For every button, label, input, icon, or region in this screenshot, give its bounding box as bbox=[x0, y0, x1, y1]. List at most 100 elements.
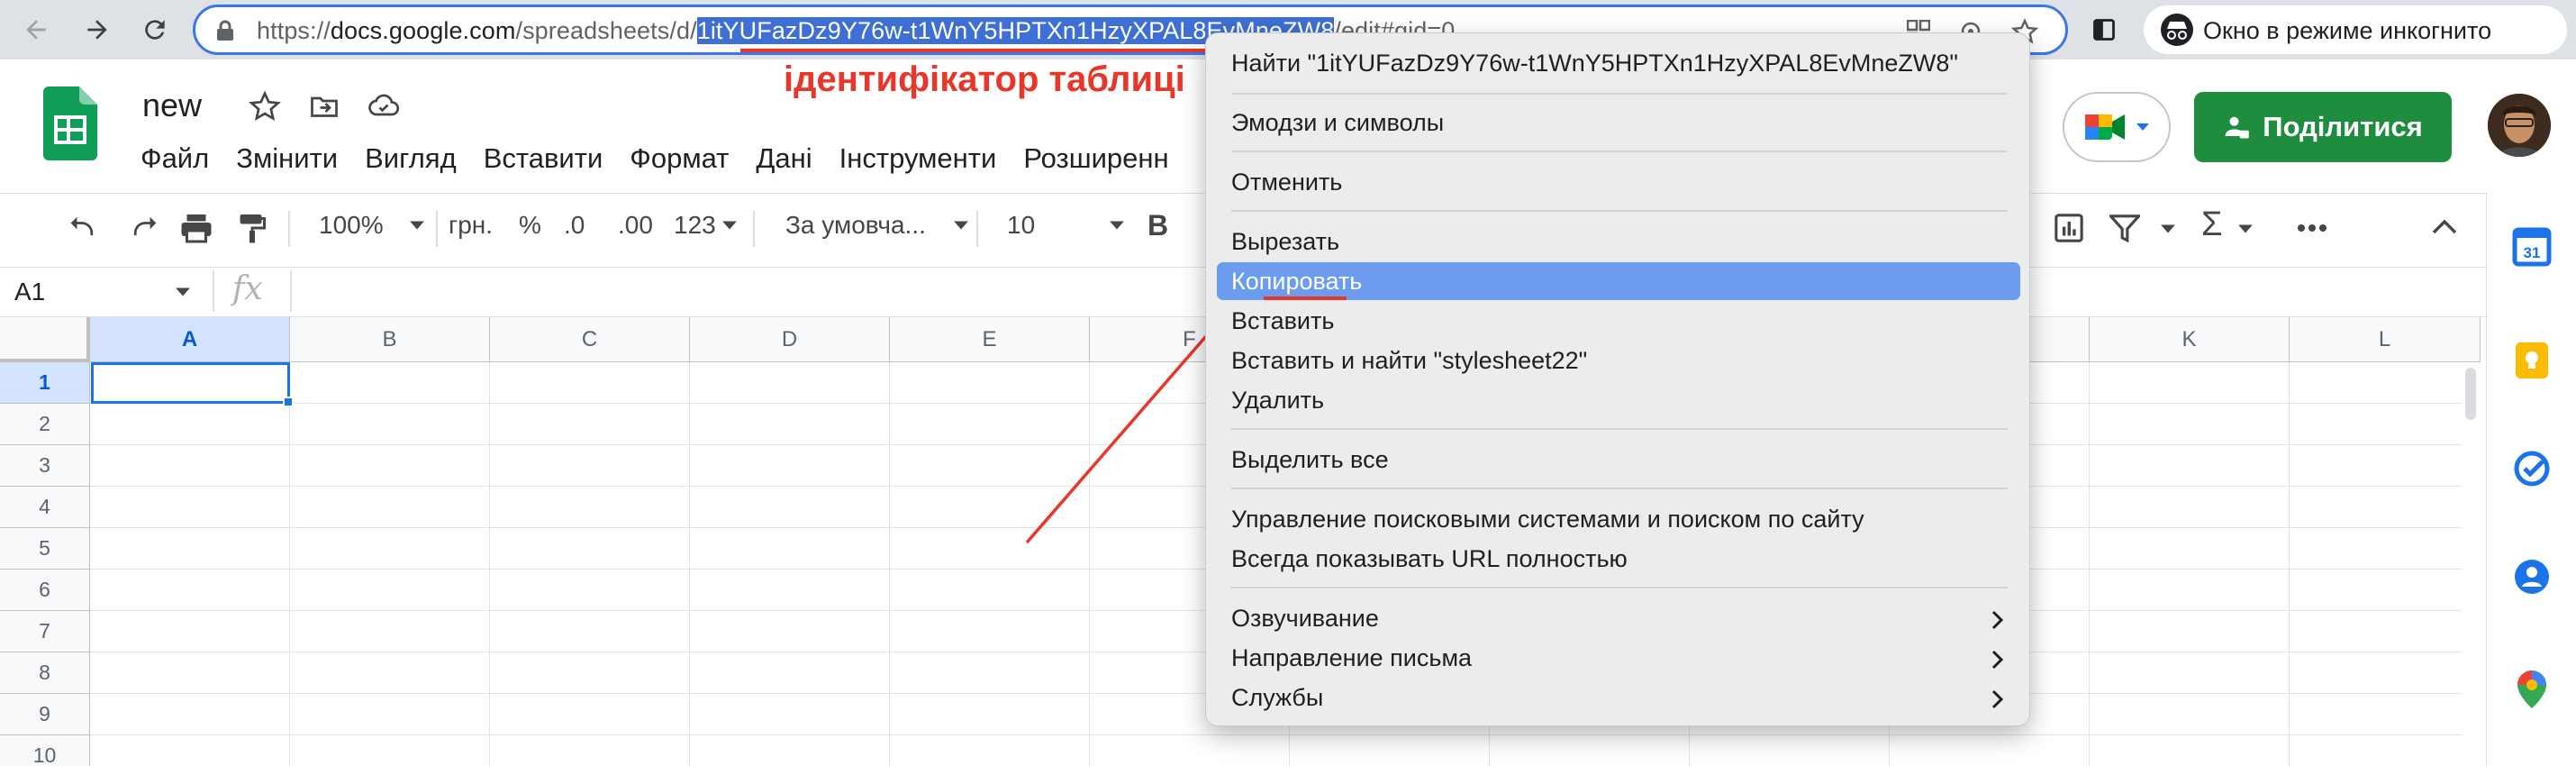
chevron-right-icon bbox=[1991, 650, 2004, 670]
calendar-icon[interactable]: 31 bbox=[2512, 227, 2552, 267]
print-icon[interactable] bbox=[180, 213, 213, 243]
meet-button[interactable] bbox=[2063, 92, 2171, 162]
menu-item-services[interactable]: Службы bbox=[1231, 684, 1323, 712]
chevron-down-icon[interactable] bbox=[2160, 223, 2176, 234]
menu-item-paste[interactable]: Вставить bbox=[1231, 307, 1334, 335]
menu-insert[interactable]: Вставити bbox=[484, 142, 603, 174]
menu-tools[interactable]: Інструменти bbox=[839, 142, 997, 174]
row-header[interactable]: 8 bbox=[0, 652, 90, 694]
row-header[interactable]: 9 bbox=[0, 694, 90, 735]
font-family-select[interactable]: За умовча... bbox=[785, 211, 969, 240]
column-header[interactable]: D bbox=[690, 317, 890, 362]
menu-data[interactable]: Дані bbox=[756, 142, 812, 174]
incognito-indicator[interactable]: Окно в режиме инкогнито bbox=[2144, 5, 2567, 54]
row-header[interactable]: 6 bbox=[0, 570, 90, 611]
grid-line bbox=[2089, 362, 2090, 766]
zoom-value: 100% bbox=[319, 211, 384, 239]
number-format-select[interactable]: 123 bbox=[674, 211, 738, 240]
redo-icon[interactable] bbox=[126, 214, 157, 242]
row-header[interactable]: 5 bbox=[0, 528, 90, 570]
forward-button[interactable] bbox=[76, 8, 119, 51]
column-header[interactable]: C bbox=[490, 317, 690, 362]
row-header[interactable]: 1 bbox=[0, 362, 90, 404]
name-box[interactable]: A1 bbox=[14, 278, 45, 306]
selected-cell-a1[interactable] bbox=[91, 362, 290, 404]
chevron-down-icon bbox=[2136, 123, 2149, 131]
side-panel-icon[interactable] bbox=[2082, 8, 2126, 51]
menu-item-find[interactable]: Найти "1itYUFazDz9Y76w-t1WnY5HPTXn1HzyXP… bbox=[1231, 50, 1958, 78]
chevron-down-icon bbox=[409, 221, 424, 230]
share-label: Поділитися bbox=[2263, 111, 2423, 142]
incognito-icon bbox=[2161, 14, 2193, 46]
maps-icon[interactable] bbox=[2516, 669, 2548, 710]
scrollbar-thumb[interactable] bbox=[2465, 368, 2476, 420]
menu-item-copy[interactable]: Копировать bbox=[1231, 268, 1362, 296]
percent-format-button[interactable]: % bbox=[519, 211, 541, 240]
collapse-toolbar-icon[interactable] bbox=[2432, 218, 2457, 234]
column-header[interactable]: K bbox=[2090, 317, 2290, 362]
fill-handle[interactable] bbox=[283, 397, 294, 407]
increase-decimal-button[interactable]: .00 bbox=[618, 211, 653, 240]
lock-icon[interactable] bbox=[215, 20, 235, 41]
document-title[interactable]: new bbox=[142, 87, 202, 124]
menu-item-emoji[interactable]: Эмодзи и символы bbox=[1231, 109, 1444, 137]
row-header[interactable]: 3 bbox=[0, 445, 90, 487]
menu-item-paste-and-find[interactable]: Вставить и найти "stylesheet22" bbox=[1231, 347, 1587, 375]
tasks-icon[interactable] bbox=[2514, 451, 2550, 487]
menu-file[interactable]: Файл bbox=[141, 142, 209, 174]
move-folder-icon[interactable] bbox=[308, 90, 340, 123]
chevron-down-icon bbox=[1110, 221, 1125, 230]
zoom-select[interactable]: 100% bbox=[319, 211, 425, 240]
menu-item-show-full-url[interactable]: Всегда показывать URL полностью bbox=[1231, 545, 1628, 573]
annotation-label: ідентифікатор таблиці bbox=[784, 59, 1185, 99]
column-header[interactable]: B bbox=[290, 317, 490, 362]
more-options-icon[interactable] bbox=[2297, 223, 2327, 233]
menu-item-delete[interactable]: Удалить bbox=[1231, 387, 1324, 415]
menu-extensions[interactable]: Розширенн bbox=[1023, 142, 1168, 174]
filter-icon[interactable] bbox=[2109, 214, 2140, 243]
functions-icon[interactable]: Σ bbox=[2201, 205, 2223, 244]
avatar[interactable] bbox=[2488, 94, 2551, 157]
select-all-corner[interactable] bbox=[0, 317, 90, 362]
context-menu: Найти "1itYUFazDz9Y76w-t1WnY5HPTXn1HzyXP… bbox=[1205, 32, 2030, 726]
chevron-down-icon[interactable] bbox=[175, 287, 191, 297]
menu-item-writing-direction[interactable]: Направление письма bbox=[1231, 644, 1472, 672]
font-size-select[interactable]: 10 bbox=[1007, 211, 1125, 240]
menu-item-search-engines[interactable]: Управление поисковыми системами и поиско… bbox=[1231, 506, 1864, 533]
undo-icon[interactable] bbox=[70, 214, 101, 242]
contacts-icon[interactable] bbox=[2514, 559, 2550, 595]
column-header[interactable]: A bbox=[90, 317, 290, 362]
row-header[interactable]: 7 bbox=[0, 611, 90, 652]
chart-icon[interactable] bbox=[2054, 213, 2084, 243]
menu-view[interactable]: Вигляд bbox=[365, 142, 457, 174]
sheets-logo-icon[interactable] bbox=[43, 87, 97, 160]
bold-button[interactable]: B bbox=[1147, 209, 1168, 242]
keep-icon[interactable] bbox=[2514, 341, 2550, 380]
paint-format-icon[interactable] bbox=[236, 211, 268, 245]
vertical-scrollbar[interactable] bbox=[2462, 362, 2480, 766]
row-header[interactable]: 10 bbox=[0, 735, 90, 766]
lock-person-icon bbox=[2225, 116, 2250, 139]
menu-item-cut[interactable]: Вырезать bbox=[1231, 228, 1339, 256]
chevron-down-icon[interactable] bbox=[2237, 223, 2254, 234]
menu-edit[interactable]: Змінити bbox=[236, 142, 338, 174]
menu-format[interactable]: Формат bbox=[630, 142, 729, 174]
formula-divider bbox=[290, 270, 292, 312]
toolbar-divider bbox=[436, 211, 438, 247]
column-header[interactable]: L bbox=[2290, 317, 2481, 362]
fx-icon: fx bbox=[232, 270, 263, 307]
decrease-decimal-button[interactable]: .0 bbox=[564, 211, 585, 240]
share-button[interactable]: Поділитися bbox=[2194, 92, 2452, 162]
reload-button[interactable] bbox=[133, 8, 177, 51]
menu-item-select-all[interactable]: Выделить все bbox=[1231, 446, 1389, 474]
star-icon[interactable] bbox=[249, 90, 281, 123]
row-header[interactable]: 4 bbox=[0, 487, 90, 528]
menu-item-speech[interactable]: Озвучивание bbox=[1231, 605, 1379, 633]
incognito-label: Окно в режиме инкогнито bbox=[2203, 17, 2492, 44]
menu-item-undo[interactable]: Отменить bbox=[1231, 169, 1342, 196]
row-header[interactable]: 2 bbox=[0, 404, 90, 445]
toolbar-divider bbox=[753, 211, 755, 247]
back-button[interactable] bbox=[14, 8, 58, 51]
currency-format-button[interactable]: грн. bbox=[449, 211, 493, 240]
cloud-saved-icon[interactable] bbox=[367, 90, 400, 123]
